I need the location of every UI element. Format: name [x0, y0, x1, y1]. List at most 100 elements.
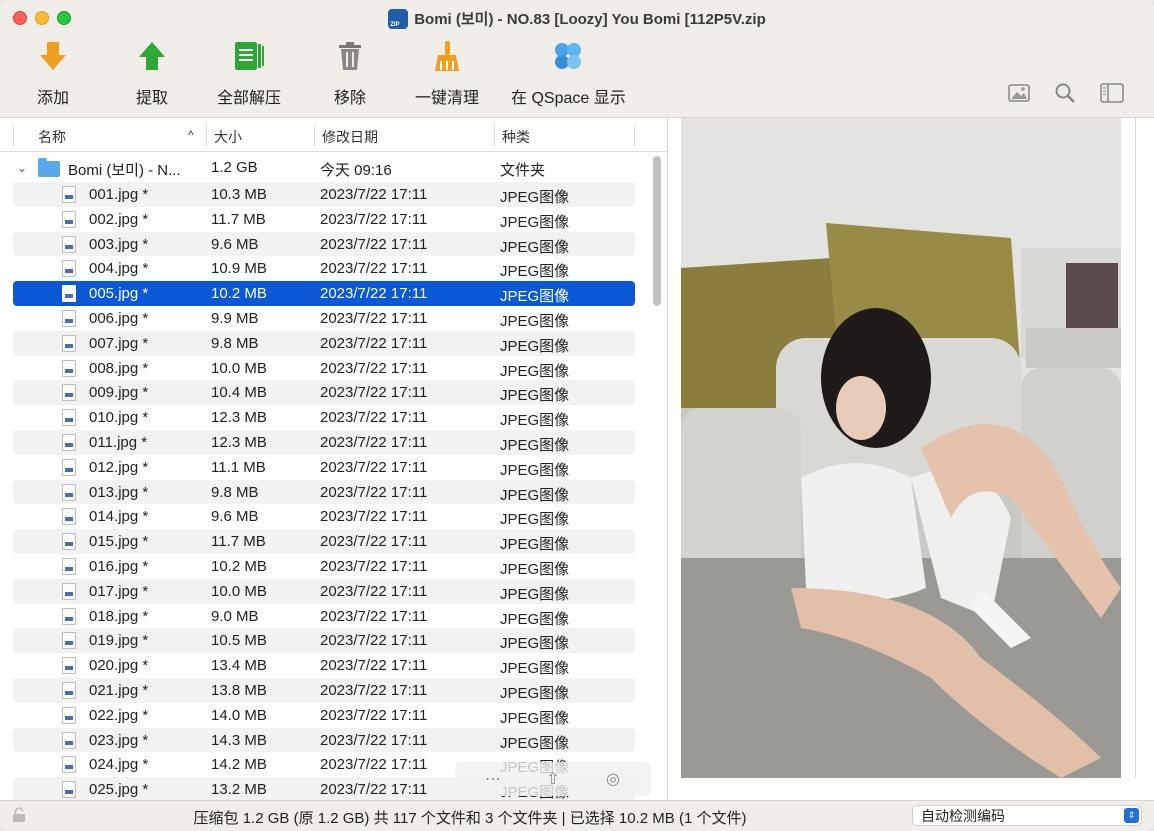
jpeg-file-icon [62, 508, 76, 526]
file-modified: 2023/7/22 17:11 [320, 533, 428, 551]
file-row[interactable]: 002.jpg * 11.7 MB 2023/7/22 17:11 JPEG图像 [13, 207, 635, 232]
file-row[interactable]: 013.jpg * 9.8 MB 2023/7/22 17:11 JPEG图像 [13, 479, 635, 505]
file-size: 9.6 MB [211, 508, 259, 526]
jpeg-file-icon [62, 731, 76, 749]
file-name: 017.jpg * [89, 582, 149, 600]
file-row[interactable]: 023.jpg * 14.3 MB 2023/7/22 17:11 JPEG图像 [13, 727, 635, 753]
file-row[interactable]: 001.jpg * 10.3 MB 2023/7/22 17:11 JPEG图像 [13, 182, 635, 207]
file-modified: 2023/7/22 17:11 [320, 508, 428, 526]
file-modified: 2023/7/22 17:11 [320, 309, 428, 327]
extract-all-button[interactable]: 全部解压 [217, 38, 281, 108]
file-size: 10.2 MB [211, 557, 267, 575]
file-row[interactable]: 021.jpg * 13.8 MB 2023/7/22 17:11 JPEG图像 [13, 677, 635, 703]
column-size[interactable]: 大小 [214, 127, 242, 147]
clean-button[interactable]: 一键清理 [415, 38, 479, 108]
file-name: 003.jpg * [89, 235, 149, 253]
encoding-select[interactable]: 自动检测编码 ⇕ [912, 805, 1142, 826]
file-modified: 2023/7/22 17:11 [320, 781, 428, 799]
jpeg-file-icon [62, 706, 76, 724]
list-scrollbar[interactable] [652, 156, 662, 796]
file-row[interactable]: 010.jpg * 12.3 MB 2023/7/22 17:11 JPEG图像 [13, 405, 635, 430]
file-row[interactable]: 017.jpg * 10.0 MB 2023/7/22 17:11 JPEG图像 [13, 578, 635, 604]
disclosure-chevron-icon[interactable]: ⌄ [17, 161, 27, 175]
show-in-qspace-button[interactable]: 在 QSpace 显示 [511, 38, 626, 108]
file-list-pane: 名称 ^ 大小 修改日期 种类 ⌄ Bomi (보미) - N... 1.2 G… [0, 118, 668, 800]
window-title: Bomi (보미) - NO.83 [Loozy] You Bomi [112P… [0, 8, 1154, 29]
file-name: 005.jpg * [89, 285, 149, 303]
column-divider[interactable] [314, 124, 315, 146]
file-row[interactable]: 003.jpg * 9.6 MB 2023/7/22 17:11 JPEG图像 [13, 231, 635, 257]
file-name: 013.jpg * [89, 483, 149, 501]
file-kind: JPEG图像 [500, 684, 570, 702]
file-modified: 2023/7/22 17:11 [320, 557, 428, 575]
file-row[interactable]: 022.jpg * 14.0 MB 2023/7/22 17:11 JPEG图像 [13, 703, 635, 728]
file-row[interactable]: 019.jpg * 10.5 MB 2023/7/22 17:11 JPEG图像 [13, 628, 635, 654]
file-kind: JPEG图像 [500, 312, 570, 330]
jpeg-file-icon [62, 533, 76, 551]
file-row[interactable]: 005.jpg * 10.2 MB 2023/7/22 17:11 JPEG图像 [13, 281, 635, 306]
file-row[interactable]: 004.jpg * 10.9 MB 2023/7/22 17:11 JPEG图像 [13, 256, 635, 281]
airdrop-icon[interactable]: ◎ [583, 764, 643, 794]
more-options-icon[interactable]: ⋯ [463, 764, 523, 794]
remove-button[interactable]: 移除 [333, 38, 367, 108]
folder-size: 1.2 GB [211, 159, 258, 176]
jpeg-file-icon [62, 483, 76, 501]
extract-button[interactable]: 提取 [135, 38, 169, 108]
column-divider[interactable] [494, 124, 495, 146]
file-name: 012.jpg * [89, 458, 149, 476]
file-size: 13.8 MB [211, 681, 267, 699]
file-row[interactable]: 009.jpg * 10.4 MB 2023/7/22 17:11 JPEG图像 [13, 380, 635, 406]
file-modified: 2023/7/22 17:11 [320, 433, 428, 451]
folder-row[interactable]: ⌄ Bomi (보미) - N... 1.2 GB 今天 09:16 文件夹 [13, 156, 635, 182]
file-row[interactable]: 015.jpg * 11.7 MB 2023/7/22 17:11 JPEG图像 [13, 529, 635, 554]
add-button-label: 添加 [36, 90, 69, 107]
share-icon[interactable]: ⇧ [523, 764, 583, 794]
file-name: 004.jpg * [89, 260, 149, 278]
column-name[interactable]: 名称 [38, 127, 66, 147]
column-divider[interactable] [206, 124, 207, 146]
file-row[interactable]: 011.jpg * 12.3 MB 2023/7/22 17:11 JPEG图像 [13, 429, 635, 455]
file-size: 9.9 MB [211, 309, 259, 327]
scroll-thumb[interactable] [653, 156, 661, 306]
file-row[interactable]: 020.jpg * 13.4 MB 2023/7/22 17:11 JPEG图像 [13, 653, 635, 678]
file-modified: 2023/7/22 17:11 [320, 186, 428, 203]
file-row[interactable]: 007.jpg * 9.8 MB 2023/7/22 17:11 JPEG图像 [13, 330, 635, 356]
file-row[interactable]: 008.jpg * 10.0 MB 2023/7/22 17:11 JPEG图像 [13, 356, 635, 381]
archive-window: Bomi (보미) - NO.83 [Loozy] You Bomi [112P… [0, 0, 1154, 831]
file-row[interactable]: 012.jpg * 11.1 MB 2023/7/22 17:11 JPEG图像 [13, 455, 635, 480]
file-size: 9.6 MB [211, 235, 259, 253]
file-kind: JPEG图像 [500, 436, 570, 454]
jpeg-file-icon [62, 557, 76, 575]
file-row[interactable]: 016.jpg * 10.2 MB 2023/7/22 17:11 JPEG图像 [13, 554, 635, 579]
file-name: 001.jpg * [89, 186, 149, 203]
column-divider[interactable] [634, 124, 635, 146]
down-arrow-icon [36, 38, 70, 74]
encoding-value: 自动检测编码 [921, 808, 1005, 824]
file-row[interactable]: 006.jpg * 9.9 MB 2023/7/22 17:11 JPEG图像 [13, 306, 635, 331]
sidebar-toggle-icon[interactable] [1100, 82, 1124, 104]
file-kind: JPEG图像 [500, 709, 570, 727]
file-row[interactable]: 018.jpg * 9.0 MB 2023/7/22 17:11 JPEG图像 [13, 604, 635, 629]
file-size: 10.2 MB [211, 285, 267, 303]
column-kind[interactable]: 种类 [502, 127, 530, 147]
folder-name: Bomi (보미) - N... [68, 162, 181, 179]
column-modified[interactable]: 修改日期 [322, 127, 378, 147]
file-name: 002.jpg * [89, 210, 149, 228]
add-button[interactable]: 添加 [36, 38, 70, 108]
image-preview-icon[interactable] [1008, 82, 1030, 104]
sort-ascending-icon[interactable]: ^ [188, 128, 194, 142]
file-row[interactable]: 014.jpg * 9.6 MB 2023/7/22 17:11 JPEG图像 [13, 504, 635, 529]
jpeg-file-icon [62, 235, 76, 253]
file-name: 024.jpg * [89, 756, 149, 774]
jpeg-file-icon [62, 756, 76, 774]
file-size: 11.1 MB [211, 458, 266, 476]
broom-icon [430, 38, 464, 74]
jpeg-file-icon [62, 186, 76, 203]
extract-all-button-label: 全部解压 [217, 90, 282, 107]
dropdown-stepper-icon[interactable]: ⇕ [1124, 808, 1139, 823]
file-modified: 2023/7/22 17:11 [320, 458, 428, 476]
show-in-qspace-label: 在 QSpace 显示 [511, 90, 626, 107]
extract-button-label: 提取 [135, 90, 168, 107]
search-icon[interactable] [1054, 82, 1076, 104]
file-size: 13.2 MB [211, 781, 267, 799]
